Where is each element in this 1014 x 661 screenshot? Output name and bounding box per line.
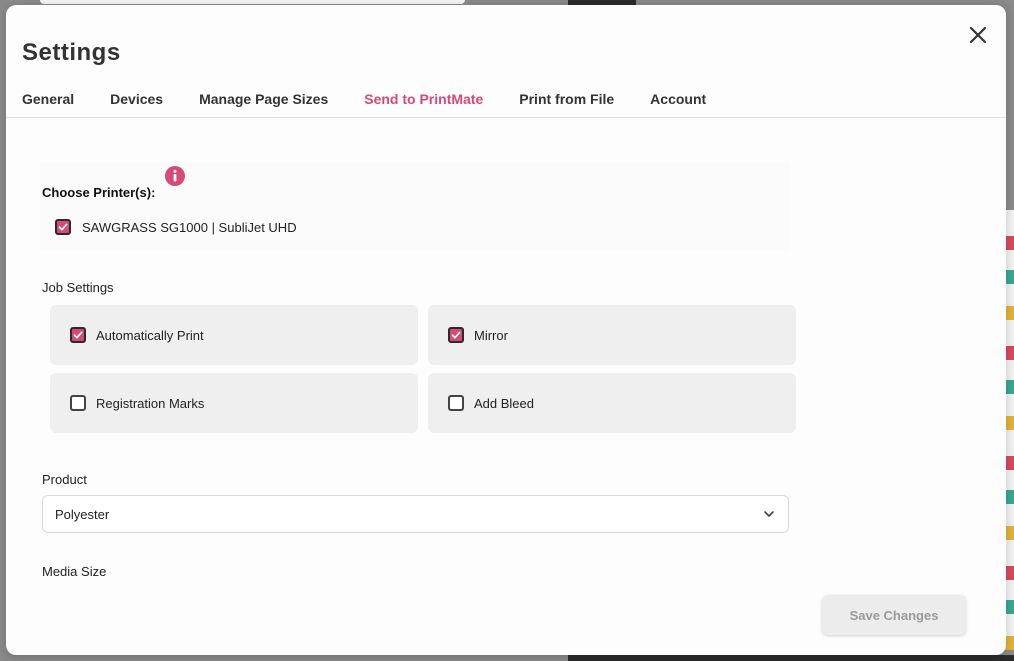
dialog-title: Settings xyxy=(22,39,121,66)
printer-checkbox[interactable] xyxy=(55,219,71,235)
close-icon xyxy=(969,26,987,44)
settings-dialog: Settings General Devices Manage Page Siz… xyxy=(6,5,1006,655)
job-settings-label: Job Settings xyxy=(42,280,114,295)
tab-print-from-file[interactable]: Print from File xyxy=(519,91,614,117)
option-add-bleed[interactable]: Add Bleed xyxy=(428,373,796,433)
product-select[interactable]: Polyester xyxy=(42,495,789,533)
option-mirror[interactable]: Mirror xyxy=(428,305,796,365)
background-panel xyxy=(568,655,1014,661)
mirror-label: Mirror xyxy=(474,327,508,343)
product-label: Product xyxy=(42,472,87,487)
tab-account[interactable]: Account xyxy=(650,91,706,117)
settings-tabs: General Devices Manage Page Sizes Send t… xyxy=(22,91,742,117)
registration-marks-checkbox[interactable] xyxy=(70,395,86,411)
option-registration-marks[interactable]: Registration Marks xyxy=(50,373,418,433)
automatically-print-checkbox[interactable] xyxy=(70,327,86,343)
check-icon xyxy=(73,331,83,339)
choose-printers-label: Choose Printer(s): xyxy=(42,185,156,200)
add-bleed-checkbox[interactable] xyxy=(448,395,464,411)
info-icon[interactable] xyxy=(165,166,185,186)
printer-item[interactable]: SAWGRASS SG1000 | SubliJet UHD xyxy=(55,219,297,235)
save-changes-button[interactable]: Save Changes xyxy=(822,595,966,635)
tab-devices[interactable]: Devices xyxy=(110,91,163,117)
registration-marks-label: Registration Marks xyxy=(96,395,205,411)
tab-send-to-printmate[interactable]: Send to PrintMate xyxy=(364,91,483,117)
printer-name: SAWGRASS SG1000 | SubliJet UHD xyxy=(82,219,297,235)
add-bleed-label: Add Bleed xyxy=(474,395,534,411)
close-button[interactable] xyxy=(966,23,990,47)
automatically-print-label: Automatically Print xyxy=(96,327,204,343)
check-icon xyxy=(58,223,68,231)
option-automatically-print[interactable]: Automatically Print xyxy=(50,305,418,365)
background-panel xyxy=(40,0,465,4)
tab-general[interactable]: General xyxy=(22,91,74,117)
tabs-divider xyxy=(6,117,1006,118)
chevron-down-icon xyxy=(762,507,776,521)
printer-section: Choose Printer(s): SAWGRASS SG1000 | Sub… xyxy=(40,163,790,251)
mirror-checkbox[interactable] xyxy=(448,327,464,343)
media-size-label: Media Size xyxy=(42,564,107,579)
check-icon xyxy=(451,331,461,339)
product-select-value: Polyester xyxy=(55,506,110,522)
tab-manage-page-sizes[interactable]: Manage Page Sizes xyxy=(199,91,328,117)
